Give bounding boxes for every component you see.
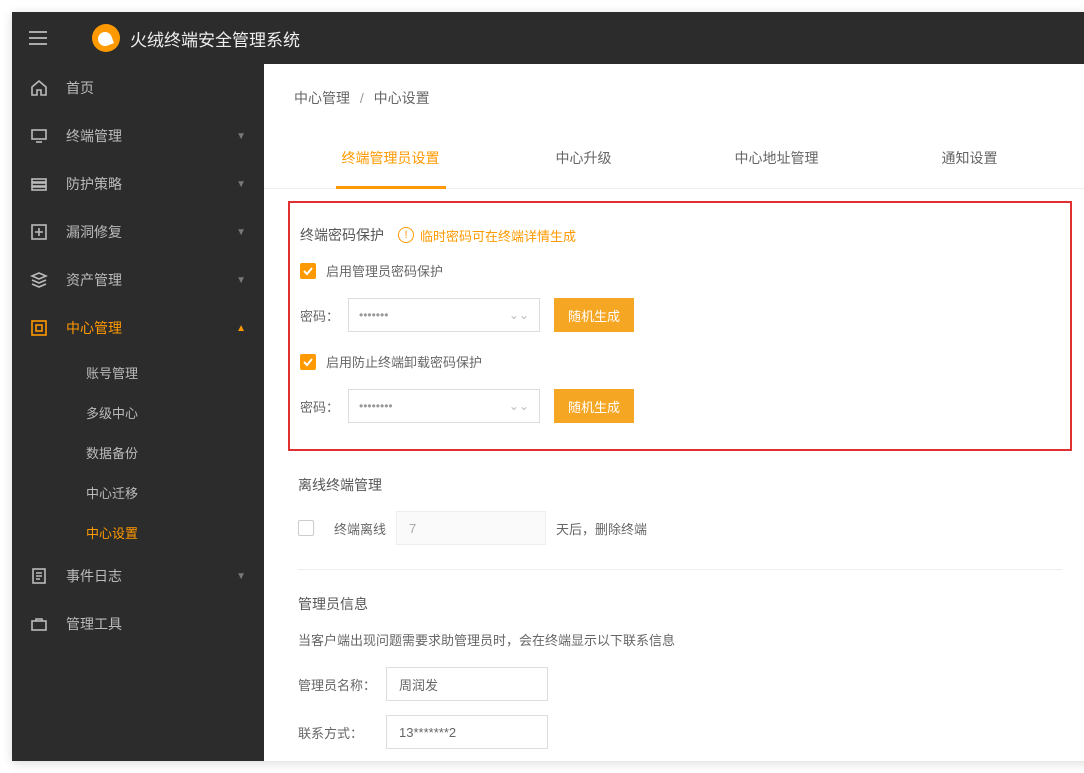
sidebar-item-center[interactable]: 中心管理 ▲: [12, 304, 264, 352]
hint-text: 临时密码可在终端详情生成: [420, 226, 576, 245]
breadcrumb-parent[interactable]: 中心管理: [294, 90, 350, 106]
info-icon: !: [398, 227, 414, 243]
checkbox-admin-password[interactable]: [300, 263, 316, 279]
sidebar-sub-multilevel[interactable]: 多级中心: [12, 392, 264, 432]
admin-desc: 当客户端出现问题需要求助管理员时，会在终端显示以下联系信息: [298, 630, 1062, 649]
chevron-down-icon: ▼: [236, 227, 246, 238]
sidebar-sub-settings[interactable]: 中心设置: [12, 512, 264, 552]
chevron-down-icon: ▼: [236, 275, 246, 286]
sidebar-item-events[interactable]: 事件日志 ▼: [12, 552, 264, 600]
tab-center-addr[interactable]: 中心地址管理: [680, 124, 873, 188]
tab-notify[interactable]: 通知设置: [873, 124, 1066, 188]
logo: 火绒终端安全管理系统: [92, 24, 300, 52]
eye-icon[interactable]: ⌄⌄: [509, 399, 529, 413]
sidebar: 首页 终端管理 ▼ 防护策略 ▼ 漏洞修复 ▼ 资产管理 ▼: [12, 64, 264, 761]
sidebar-item-terminal[interactable]: 终端管理 ▼: [12, 112, 264, 160]
monitor-icon: [30, 127, 48, 145]
section-title-admin: 管理员信息: [298, 594, 1062, 614]
eye-icon[interactable]: ⌄⌄: [509, 308, 529, 322]
sidebar-item-asset[interactable]: 资产管理 ▼: [12, 256, 264, 304]
chevron-down-icon: ▼: [236, 571, 246, 582]
app-title: 火绒终端安全管理系统: [130, 26, 300, 51]
tabs: 终端管理员设置 中心升级 中心地址管理 通知设置: [264, 124, 1084, 189]
chevron-up-icon: ▲: [236, 323, 246, 334]
sidebar-sub-backup[interactable]: 数据备份: [12, 432, 264, 472]
toolbox-icon: [30, 615, 48, 633]
logo-icon: [92, 24, 120, 52]
breadcrumb: 中心管理 / 中心设置: [264, 64, 1084, 124]
layers-icon: [30, 271, 48, 289]
section-title-password: 终端密码保护 ! 临时密码可在终端详情生成: [300, 225, 1060, 245]
offline-days-input[interactable]: 7: [396, 511, 546, 545]
shield-icon: [30, 175, 48, 193]
section-title-offline: 离线终端管理: [298, 475, 1062, 495]
admin-contact-input[interactable]: 13*******2: [386, 715, 548, 749]
sidebar-item-protection[interactable]: 防护策略 ▼: [12, 160, 264, 208]
topbar: 火绒终端安全管理系统: [12, 12, 1084, 64]
sidebar-sub-migration[interactable]: 中心迁移: [12, 472, 264, 512]
main-content: 中心管理 / 中心设置 终端管理员设置 中心升级 中心地址管理 通知设置 终端密…: [264, 64, 1084, 761]
random-generate-button-2[interactable]: 随机生成: [554, 389, 634, 423]
home-icon: [30, 79, 48, 97]
chevron-down-icon: ▼: [236, 131, 246, 142]
random-generate-button-1[interactable]: 随机生成: [554, 298, 634, 332]
patch-icon: [30, 223, 48, 241]
admin-name-input[interactable]: 周润发: [386, 667, 548, 701]
breadcrumb-current: 中心设置: [374, 90, 430, 106]
password-input-uninstall[interactable]: •••••••• ⌄⌄: [348, 389, 540, 423]
sidebar-item-vuln[interactable]: 漏洞修复 ▼: [12, 208, 264, 256]
menu-toggle[interactable]: [12, 12, 64, 64]
sidebar-sub-account[interactable]: 账号管理: [12, 352, 264, 392]
tab-terminal-admin[interactable]: 终端管理员设置: [294, 124, 487, 188]
checkbox-uninstall-password[interactable]: [300, 354, 316, 370]
center-icon: [30, 319, 48, 337]
sidebar-item-tools[interactable]: 管理工具: [12, 600, 264, 648]
chevron-down-icon: ▼: [236, 179, 246, 190]
tab-center-upgrade[interactable]: 中心升级: [487, 124, 680, 188]
log-icon: [30, 567, 48, 585]
checkbox-offline-delete[interactable]: [298, 520, 314, 536]
password-protection-highlight: 终端密码保护 ! 临时密码可在终端详情生成 启用管理员密码保护 密码： ••••…: [288, 201, 1072, 451]
sidebar-item-home[interactable]: 首页: [12, 64, 264, 112]
password-input-admin[interactable]: ••••••• ⌄⌄: [348, 298, 540, 332]
